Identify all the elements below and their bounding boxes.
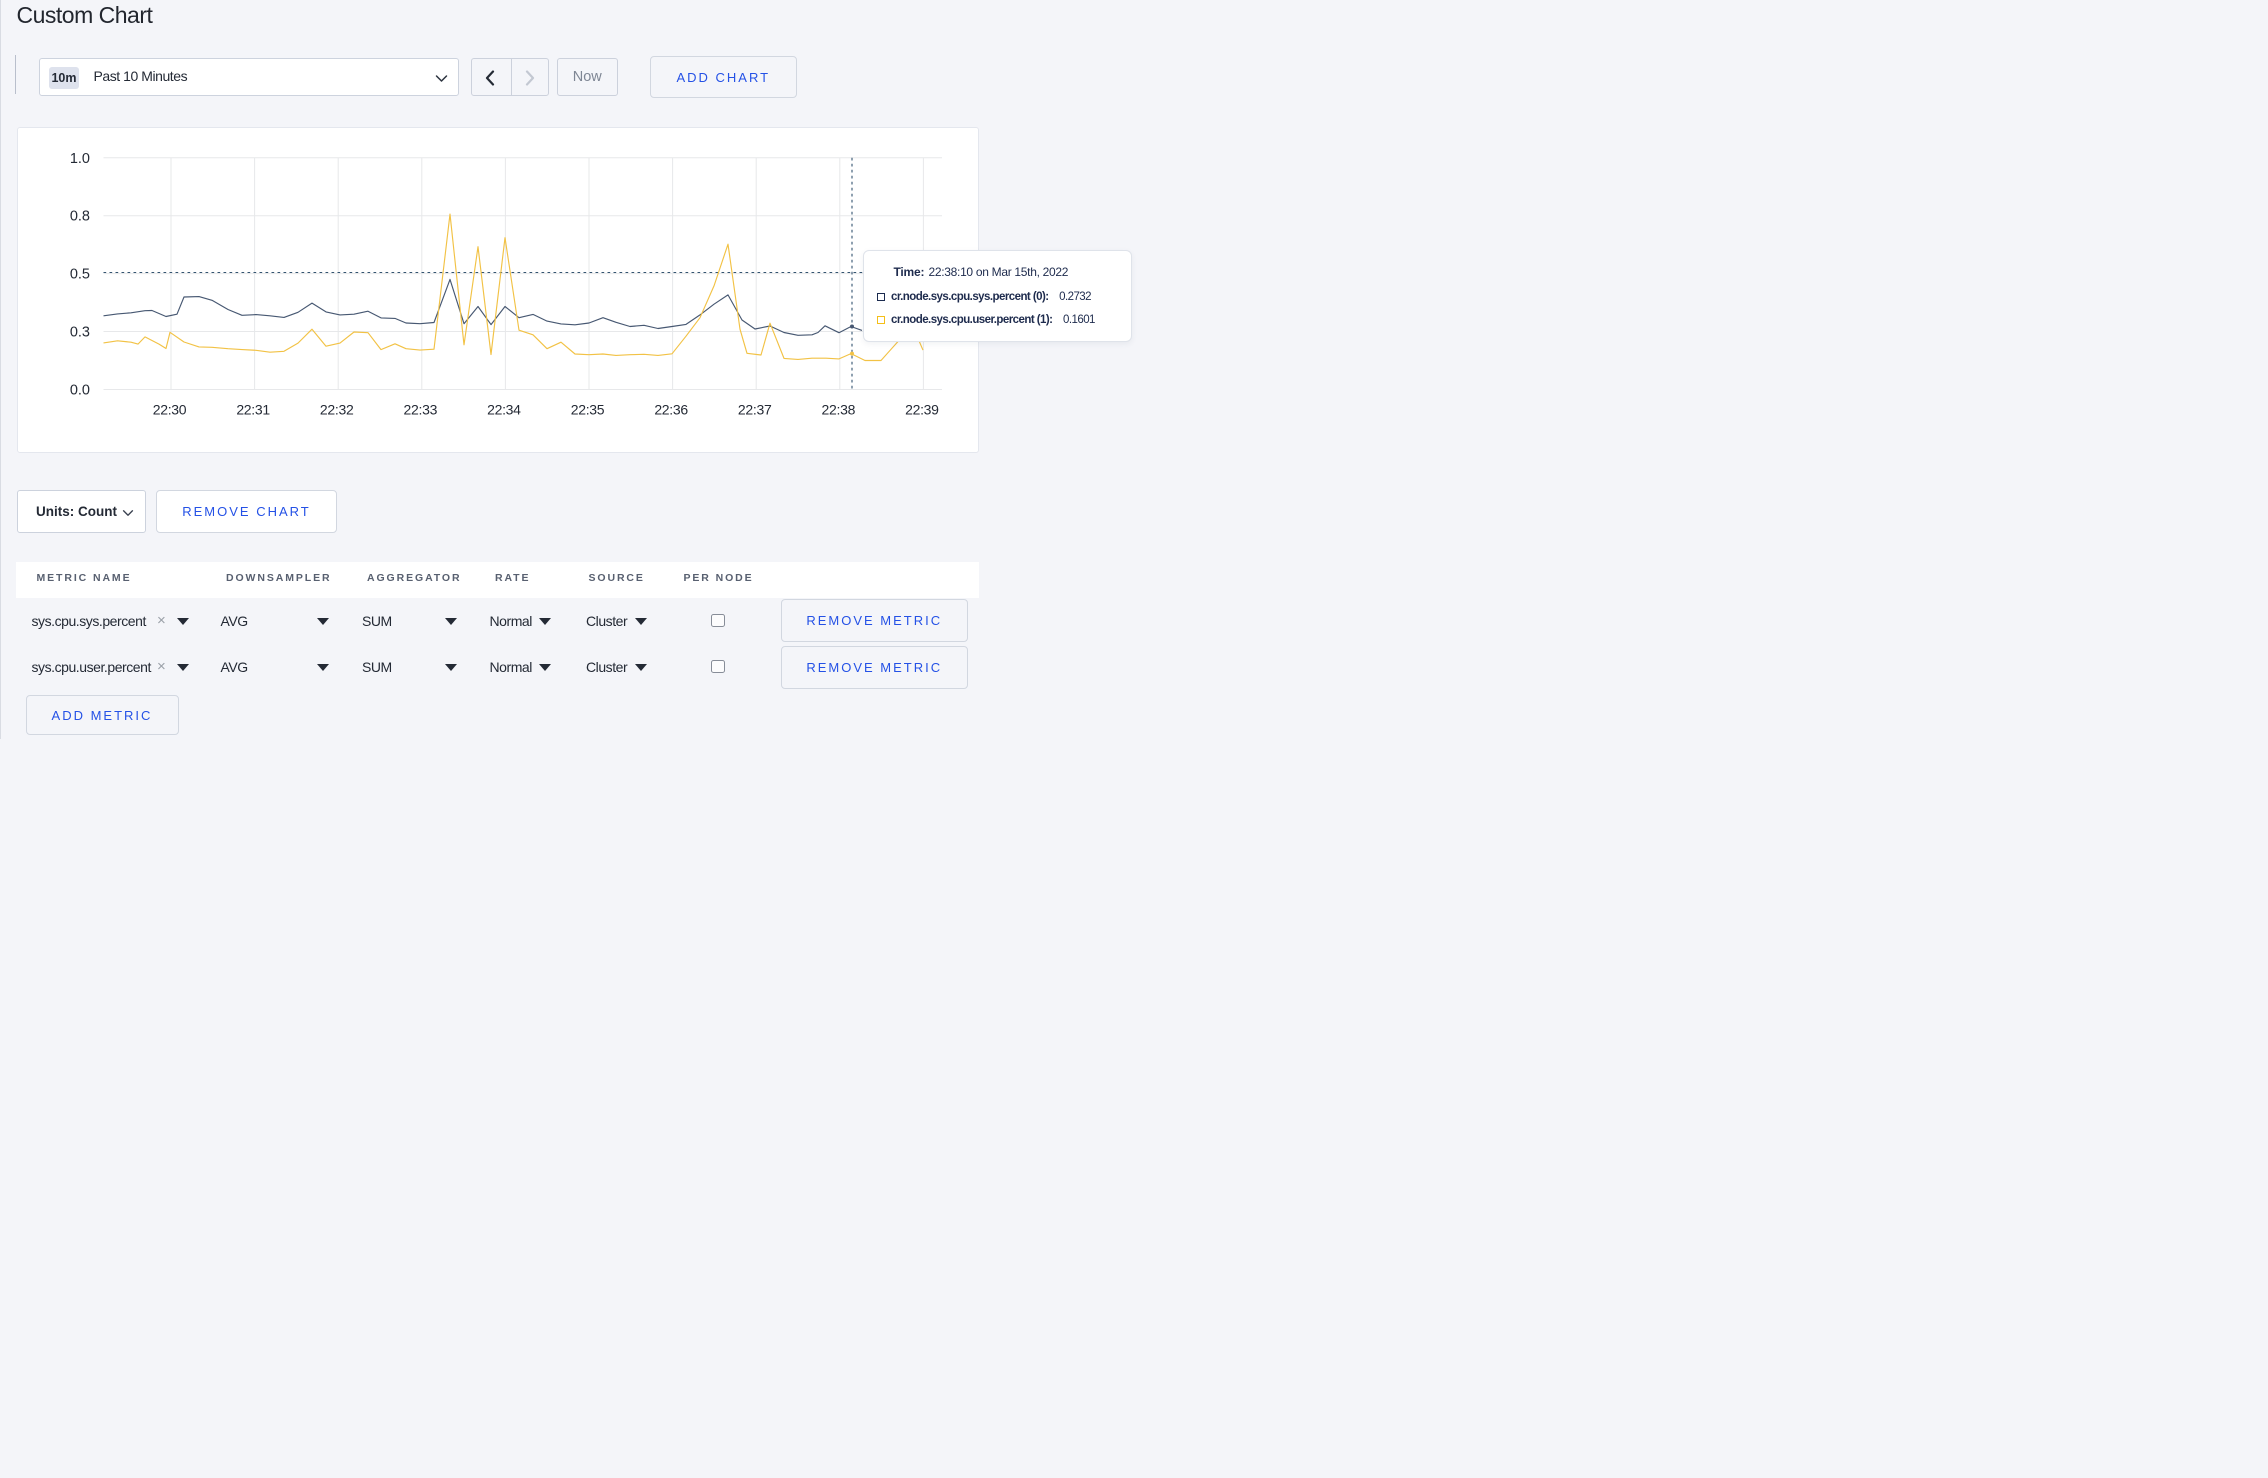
svg-text:22:31: 22:31 xyxy=(236,401,270,417)
svg-text:22:39: 22:39 xyxy=(905,401,939,417)
svg-text:22:38: 22:38 xyxy=(822,401,856,417)
svg-text:0.8: 0.8 xyxy=(70,208,90,224)
svg-text:22:35: 22:35 xyxy=(571,401,605,417)
svg-text:0.3: 0.3 xyxy=(70,324,90,340)
svg-text:0.5: 0.5 xyxy=(70,266,90,282)
svg-text:22:36: 22:36 xyxy=(654,401,688,417)
svg-text:22:37: 22:37 xyxy=(738,401,772,417)
svg-text:1.0: 1.0 xyxy=(70,150,90,166)
svg-text:0.0: 0.0 xyxy=(70,382,90,398)
svg-text:22:33: 22:33 xyxy=(404,401,438,417)
svg-text:22:32: 22:32 xyxy=(320,401,354,417)
svg-text:22:34: 22:34 xyxy=(487,401,521,417)
svg-text:22:30: 22:30 xyxy=(153,401,187,417)
